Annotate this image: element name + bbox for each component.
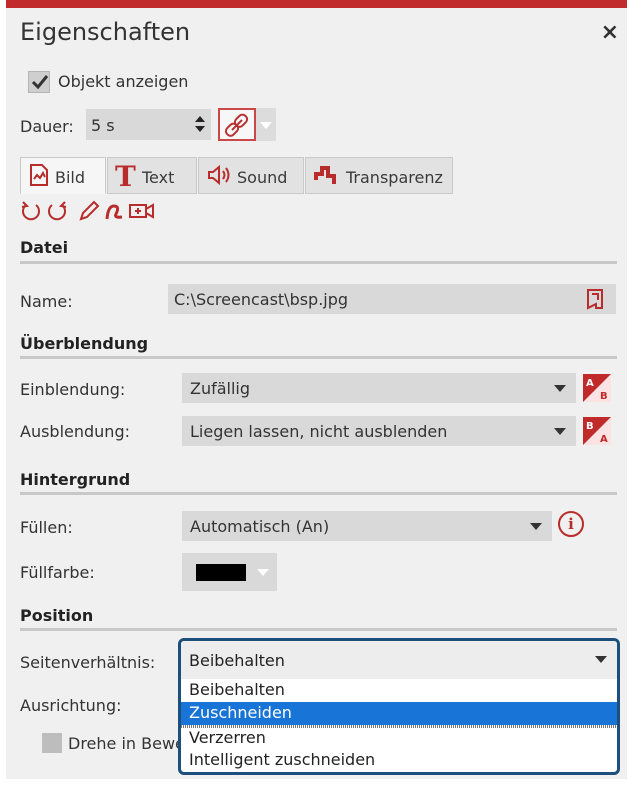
divider [20, 628, 617, 631]
transparency-icon [314, 166, 336, 184]
spinner-icon[interactable] [194, 113, 206, 135]
close-icon[interactable]: × [601, 20, 619, 45]
pencil-icon[interactable] [78, 200, 100, 222]
aspect-ratio-select[interactable]: Beibehalten [181, 641, 617, 679]
ausblendung-value: Liegen lassen, nicht ausblenden [190, 422, 448, 441]
tab-bild-label: Bild [55, 168, 86, 187]
show-object-label: Objekt anzeigen [58, 72, 189, 91]
rotate-right-icon[interactable] [46, 200, 68, 222]
tab-sound[interactable]: Sound [198, 157, 304, 194]
section-ueberblendung-title: Überblendung [20, 334, 149, 353]
panel-title: Eigenschaften [20, 18, 191, 46]
tab-transparenz[interactable]: Transparenz [305, 157, 453, 194]
fuellen-select[interactable]: Automatisch (An) [182, 511, 552, 541]
text-icon: T [115, 161, 136, 189]
section-hintergrund-title: Hintergrund [20, 470, 131, 489]
chevron-down-icon [554, 428, 566, 435]
chevron-down-icon [554, 385, 566, 392]
info-icon[interactable]: i [558, 511, 584, 537]
camera-icon[interactable] [128, 200, 156, 222]
dropdown-option[interactable]: Beibehalten [181, 679, 617, 702]
rotate-checkbox[interactable] [42, 733, 62, 753]
divider [20, 261, 617, 264]
transition-in-icon[interactable]: A B [583, 374, 611, 402]
svg-text:T: T [115, 161, 136, 189]
link-dropdown[interactable] [256, 108, 276, 141]
transition-out-icon[interactable]: B A [583, 417, 611, 445]
properties-panel: Eigenschaften × Objekt anzeigen Dauer: 5… [6, 0, 627, 779]
dropdown-option-highlighted[interactable]: Zuschneiden [181, 702, 617, 725]
duration-input[interactable]: 5 s [86, 109, 211, 140]
divider [20, 492, 617, 495]
checkmark-icon [31, 75, 49, 90]
fuellen-label: Füllen: [20, 518, 73, 537]
section-datei-title: Datei [20, 238, 69, 257]
speaker-icon [208, 164, 230, 186]
tab-text[interactable]: T Text [107, 157, 197, 194]
fuellen-value: Automatisch (An) [190, 517, 330, 536]
aspect-ratio-value: Beibehalten [189, 651, 285, 670]
chevron-down-icon [595, 656, 607, 663]
einblendung-select[interactable]: Zufällig [182, 373, 576, 403]
svg-text:B: B [600, 391, 608, 402]
tab-text-label: Text [142, 168, 175, 187]
image-icon [30, 164, 48, 186]
ausblendung-select[interactable]: Liegen lassen, nicht ausblenden [182, 416, 576, 446]
aspect-ratio-dropdown[interactable]: Beibehalten Beibehalten Zuschneiden Verz… [178, 638, 620, 775]
duration-label: Dauer: [20, 117, 74, 136]
divider [20, 356, 617, 359]
dropdown-option[interactable]: Intelligent zuschneiden [181, 749, 617, 772]
color-swatch [196, 564, 246, 581]
duration-value: 5 s [91, 116, 115, 135]
tab-bild[interactable]: Bild [20, 157, 106, 194]
name-field[interactable]: C:\Screencast\bsp.jpg [168, 284, 616, 314]
seitenverhaeltnis-label: Seitenverhältnis: [20, 653, 156, 672]
svg-text:B: B [586, 421, 594, 432]
link-icon [224, 113, 249, 137]
curve-icon[interactable] [104, 200, 126, 222]
rotate-label: Drehe in Bewe [68, 734, 185, 753]
name-label: Name: [20, 292, 73, 311]
section-position-title: Position [20, 606, 94, 625]
chevron-down-icon [530, 523, 542, 530]
open-file-icon[interactable] [586, 288, 606, 310]
chevron-down-icon [257, 569, 269, 576]
rotate-left-icon[interactable] [20, 200, 42, 222]
name-value: C:\Screencast\bsp.jpg [174, 290, 349, 309]
svg-text:A: A [600, 434, 608, 445]
chevron-down-icon [260, 122, 272, 129]
svg-text:A: A [586, 378, 594, 389]
show-object-checkbox[interactable] [28, 71, 50, 93]
einblendung-label: Einblendung: [20, 380, 126, 399]
ausblendung-label: Ausblendung: [20, 422, 130, 441]
link-button[interactable] [218, 108, 256, 141]
ausrichtung-label: Ausrichtung: [20, 696, 122, 715]
tab-sound-label: Sound [237, 168, 288, 187]
fuellfarbe-label: Füllfarbe: [20, 563, 95, 582]
einblendung-value: Zufällig [190, 379, 251, 398]
tab-transparenz-label: Transparenz [346, 168, 443, 187]
dropdown-option[interactable]: Verzerren [181, 727, 617, 750]
fill-color-picker[interactable] [182, 553, 277, 591]
